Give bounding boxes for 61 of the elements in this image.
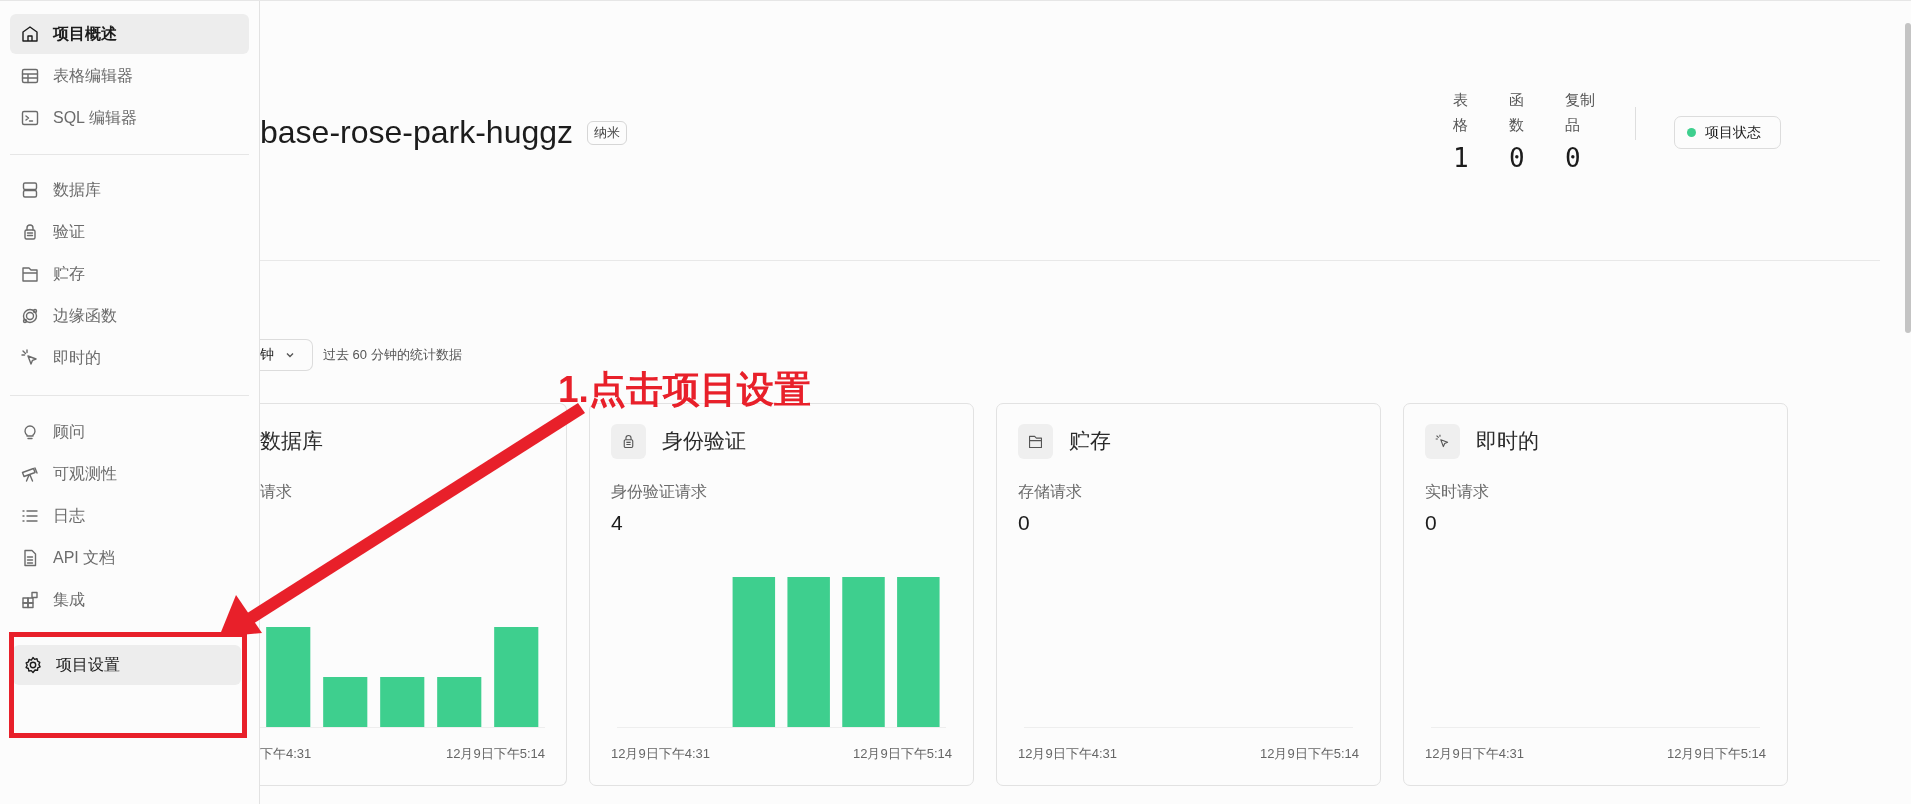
time-label: 12月9日下午4:31 xyxy=(1018,745,1117,763)
status-dot-icon xyxy=(1687,128,1696,137)
project-status-button[interactable]: 项目状态 xyxy=(1674,116,1781,149)
card-title: 贮存 xyxy=(1069,428,1111,454)
card-value: 0 xyxy=(1425,511,1438,536)
home-icon xyxy=(20,24,40,44)
card-title: 即时的 xyxy=(1476,428,1539,454)
annotation-text: 1.点击项目设置 xyxy=(558,368,811,412)
sidebar-item[interactable]: 表格编辑器 xyxy=(10,56,249,96)
period-caption: 过去 60 分钟的统计数据 xyxy=(323,346,462,364)
sidebar-item[interactable]: SQL 编辑器 xyxy=(10,98,249,138)
time-label: 12月9日下午4:31 xyxy=(611,745,710,763)
time-label: 12月9日下午4:31 xyxy=(1425,745,1524,763)
folder-icon xyxy=(1018,423,1053,459)
time-label: 12月9日下午5:14 xyxy=(853,745,952,763)
sidebar-item[interactable]: 贮存 xyxy=(10,254,249,294)
sidebar-item[interactable]: 项目概述 xyxy=(10,14,249,54)
sidebar-item[interactable]: 集成 xyxy=(10,580,249,620)
stat-value: 0 xyxy=(1509,143,1525,173)
card-subtitle: 存储请求 xyxy=(1018,482,1083,502)
time-label: 12月9日下午5:14 xyxy=(446,745,545,763)
card-subtitle: 请求 xyxy=(260,482,293,502)
sidebar-item[interactable]: 边缘函数 xyxy=(10,296,249,336)
folder-icon xyxy=(20,264,40,284)
card-title: 数据库 xyxy=(260,428,323,454)
table-icon xyxy=(20,66,40,86)
card-title: 身份验证 xyxy=(662,428,746,454)
card-value: 4 xyxy=(611,511,624,536)
blocks-icon xyxy=(20,590,40,610)
stat-label: 表格 xyxy=(1453,90,1469,135)
card-value: 0 xyxy=(1018,511,1031,536)
lock-icon xyxy=(611,423,646,459)
stat-value: 0 xyxy=(1565,143,1582,173)
sidebar-item[interactable]: 数据库 xyxy=(10,170,249,210)
time-label: 12月9日下午5:14 xyxy=(1260,745,1359,763)
sidebar-item[interactable]: 可观测性 xyxy=(10,454,249,494)
chart-bar xyxy=(437,677,482,727)
stat-label: 函数 xyxy=(1509,90,1525,135)
card-subtitle: 实时请求 xyxy=(1425,482,1490,502)
scrollbar-thumb[interactable] xyxy=(1905,23,1911,333)
chart-bar xyxy=(380,677,425,727)
stat-value: 1 xyxy=(1453,143,1469,173)
sidebar-item[interactable]: 即时的 xyxy=(10,338,249,378)
terminal-icon xyxy=(20,108,40,128)
sidebar-item[interactable]: API 文档 xyxy=(10,538,249,578)
gear-icon xyxy=(23,655,43,675)
card-subtitle: 身份验证请求 xyxy=(611,482,708,502)
time-label: 下午4:31 xyxy=(260,745,312,763)
sidebar-item[interactable]: 日志 xyxy=(10,496,249,536)
stat-label: 复制品 xyxy=(1565,90,1596,135)
period-select[interactable]: 钟 xyxy=(260,339,313,371)
time-label: 12月9日下午5:14 xyxy=(1667,745,1766,763)
sidebar-item[interactable]: 验证 xyxy=(10,212,249,252)
chart-bar xyxy=(323,677,368,727)
sidebar-item[interactable]: 顾问 xyxy=(10,412,249,452)
edge-icon xyxy=(20,306,40,326)
project-name: base-rose-park-huggz xyxy=(260,114,574,151)
cursor-icon xyxy=(1425,423,1460,459)
plan-badge: 纳米 xyxy=(587,120,628,145)
database-icon xyxy=(20,180,40,200)
sidebar-item[interactable]: 项目设置 xyxy=(13,645,241,685)
